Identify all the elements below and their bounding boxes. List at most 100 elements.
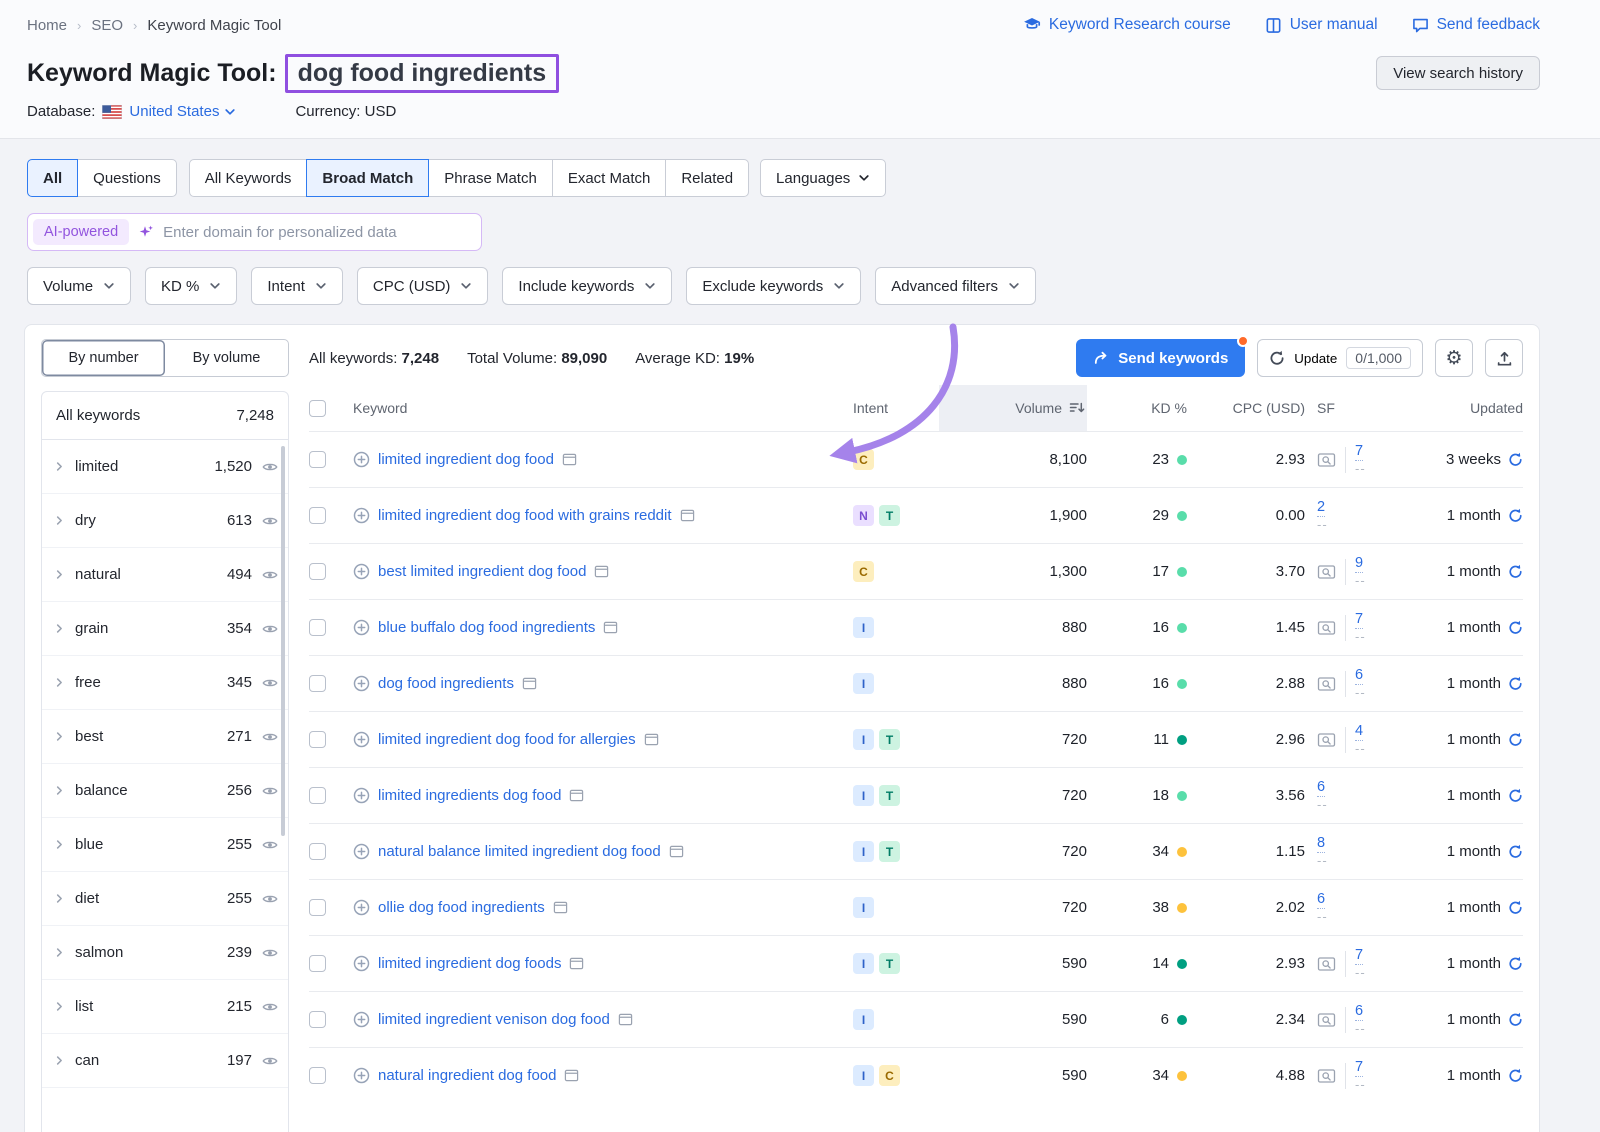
row-checkbox[interactable]: [309, 619, 326, 636]
refresh-row-icon[interactable]: [1508, 732, 1523, 747]
by-volume-toggle[interactable]: By volume: [165, 340, 288, 376]
ads-preview-icon[interactable]: [1317, 1012, 1336, 1028]
add-keyword-icon[interactable]: [353, 675, 370, 692]
serp-preview-icon[interactable]: [569, 788, 584, 803]
serp-preview-icon[interactable]: [594, 564, 609, 579]
serp-features-count[interactable]: 6: [1317, 778, 1325, 797]
keyword-link[interactable]: best limited ingredient dog food: [378, 563, 586, 580]
filter-exclude-keywords[interactable]: Exclude keywords: [686, 267, 861, 305]
sidebar-group-free[interactable]: free 345: [42, 656, 288, 710]
eye-icon[interactable]: [262, 513, 278, 529]
refresh-row-icon[interactable]: [1508, 676, 1523, 691]
export-button[interactable]: [1485, 339, 1523, 377]
serp-preview-icon[interactable]: [564, 1068, 579, 1083]
add-keyword-icon[interactable]: [353, 1067, 370, 1084]
refresh-row-icon[interactable]: [1508, 956, 1523, 971]
ads-preview-icon[interactable]: [1317, 620, 1336, 636]
serp-preview-icon[interactable]: [522, 676, 537, 691]
filter-kd[interactable]: KD %: [145, 267, 237, 305]
eye-icon[interactable]: [262, 783, 278, 799]
eye-icon[interactable]: [262, 459, 278, 475]
sidebar-group-natural[interactable]: natural 494: [42, 548, 288, 602]
eye-icon[interactable]: [262, 945, 278, 961]
all-keywords-group[interactable]: All keywords 7,248: [42, 392, 288, 440]
add-keyword-icon[interactable]: [353, 451, 370, 468]
col-keyword[interactable]: Keyword: [353, 400, 407, 416]
keyword-link[interactable]: limited ingredient dog food for allergie…: [378, 731, 636, 748]
serp-features-count[interactable]: 7: [1355, 442, 1363, 461]
keyword-link[interactable]: blue buffalo dog food ingredients: [378, 619, 595, 636]
ads-preview-icon[interactable]: [1317, 956, 1336, 972]
add-keyword-icon[interactable]: [353, 619, 370, 636]
ads-preview-icon[interactable]: [1317, 732, 1336, 748]
row-checkbox[interactable]: [309, 899, 326, 916]
sidebar-group-list[interactable]: list 215: [42, 980, 288, 1034]
tab-questions[interactable]: Questions: [77, 159, 177, 197]
add-keyword-icon[interactable]: [353, 563, 370, 580]
refresh-row-icon[interactable]: [1508, 900, 1523, 915]
user-manual-link[interactable]: User manual: [1265, 16, 1378, 34]
send-keywords-button[interactable]: Send keywords: [1076, 339, 1245, 377]
col-cpc[interactable]: CPC (USD): [1233, 400, 1305, 416]
add-keyword-icon[interactable]: [353, 731, 370, 748]
row-checkbox[interactable]: [309, 731, 326, 748]
filter-intent[interactable]: Intent: [251, 267, 343, 305]
col-kd[interactable]: KD %: [1151, 400, 1187, 416]
serp-features-count[interactable]: 7: [1355, 610, 1363, 629]
eye-icon[interactable]: [262, 837, 278, 853]
col-updated[interactable]: Updated: [1470, 400, 1523, 416]
keyword-link[interactable]: limited ingredient dog food with grains …: [378, 507, 672, 524]
add-keyword-icon[interactable]: [353, 899, 370, 916]
row-checkbox[interactable]: [309, 563, 326, 580]
refresh-row-icon[interactable]: [1508, 620, 1523, 635]
serp-preview-icon[interactable]: [644, 732, 659, 747]
serp-features-count[interactable]: 6: [1355, 666, 1363, 685]
tab-all-keywords[interactable]: All Keywords: [189, 159, 308, 197]
sidebar-group-balance[interactable]: balance 256: [42, 764, 288, 818]
serp-preview-icon[interactable]: [562, 452, 577, 467]
eye-icon[interactable]: [262, 999, 278, 1015]
by-number-toggle[interactable]: By number: [42, 340, 165, 376]
col-intent[interactable]: Intent: [853, 400, 888, 416]
filter-include-keywords[interactable]: Include keywords: [502, 267, 672, 305]
serp-preview-icon[interactable]: [603, 620, 618, 635]
serp-preview-icon[interactable]: [618, 1012, 633, 1027]
ads-preview-icon[interactable]: [1317, 564, 1336, 580]
serp-features-count[interactable]: 6: [1355, 1002, 1363, 1021]
filter-volume[interactable]: Volume: [27, 267, 131, 305]
settings-button[interactable]: ⚙: [1435, 339, 1473, 377]
view-search-history-button[interactable]: View search history: [1376, 56, 1540, 90]
update-button[interactable]: Update 0/1,000: [1257, 339, 1423, 377]
refresh-row-icon[interactable]: [1508, 1068, 1523, 1083]
database-selector[interactable]: United States: [129, 103, 236, 120]
tab-related[interactable]: Related: [665, 159, 749, 197]
keyword-link[interactable]: natural ingredient dog food: [378, 1067, 556, 1084]
sidebar-group-diet[interactable]: diet 255: [42, 872, 288, 926]
refresh-row-icon[interactable]: [1508, 1012, 1523, 1027]
keyword-link[interactable]: limited ingredient dog food: [378, 451, 554, 468]
keyword-research-course-link[interactable]: Keyword Research course: [1023, 16, 1231, 34]
keyword-link[interactable]: ollie dog food ingredients: [378, 899, 545, 916]
tab-phrase-match[interactable]: Phrase Match: [428, 159, 553, 197]
keyword-link[interactable]: limited ingredient venison dog food: [378, 1011, 610, 1028]
row-checkbox[interactable]: [309, 507, 326, 524]
select-all-checkbox[interactable]: [309, 400, 326, 417]
eye-icon[interactable]: [262, 1053, 278, 1069]
refresh-row-icon[interactable]: [1508, 564, 1523, 579]
serp-preview-icon[interactable]: [669, 844, 684, 859]
add-keyword-icon[interactable]: [353, 955, 370, 972]
add-keyword-icon[interactable]: [353, 787, 370, 804]
send-feedback-link[interactable]: Send feedback: [1412, 16, 1540, 34]
serp-features-count[interactable]: 2: [1317, 498, 1325, 517]
eye-icon[interactable]: [262, 891, 278, 907]
serp-preview-icon[interactable]: [553, 900, 568, 915]
col-sf[interactable]: SF: [1317, 400, 1335, 416]
ads-preview-icon[interactable]: [1317, 1068, 1336, 1084]
keyword-link[interactable]: natural balance limited ingredient dog f…: [378, 843, 661, 860]
add-keyword-icon[interactable]: [353, 1011, 370, 1028]
keyword-link[interactable]: dog food ingredients: [378, 675, 514, 692]
sidebar-group-can[interactable]: can 197: [42, 1034, 288, 1088]
eye-icon[interactable]: [262, 567, 278, 583]
keyword-link[interactable]: limited ingredient dog foods: [378, 955, 561, 972]
filter-advanced-filters[interactable]: Advanced filters: [875, 267, 1036, 305]
